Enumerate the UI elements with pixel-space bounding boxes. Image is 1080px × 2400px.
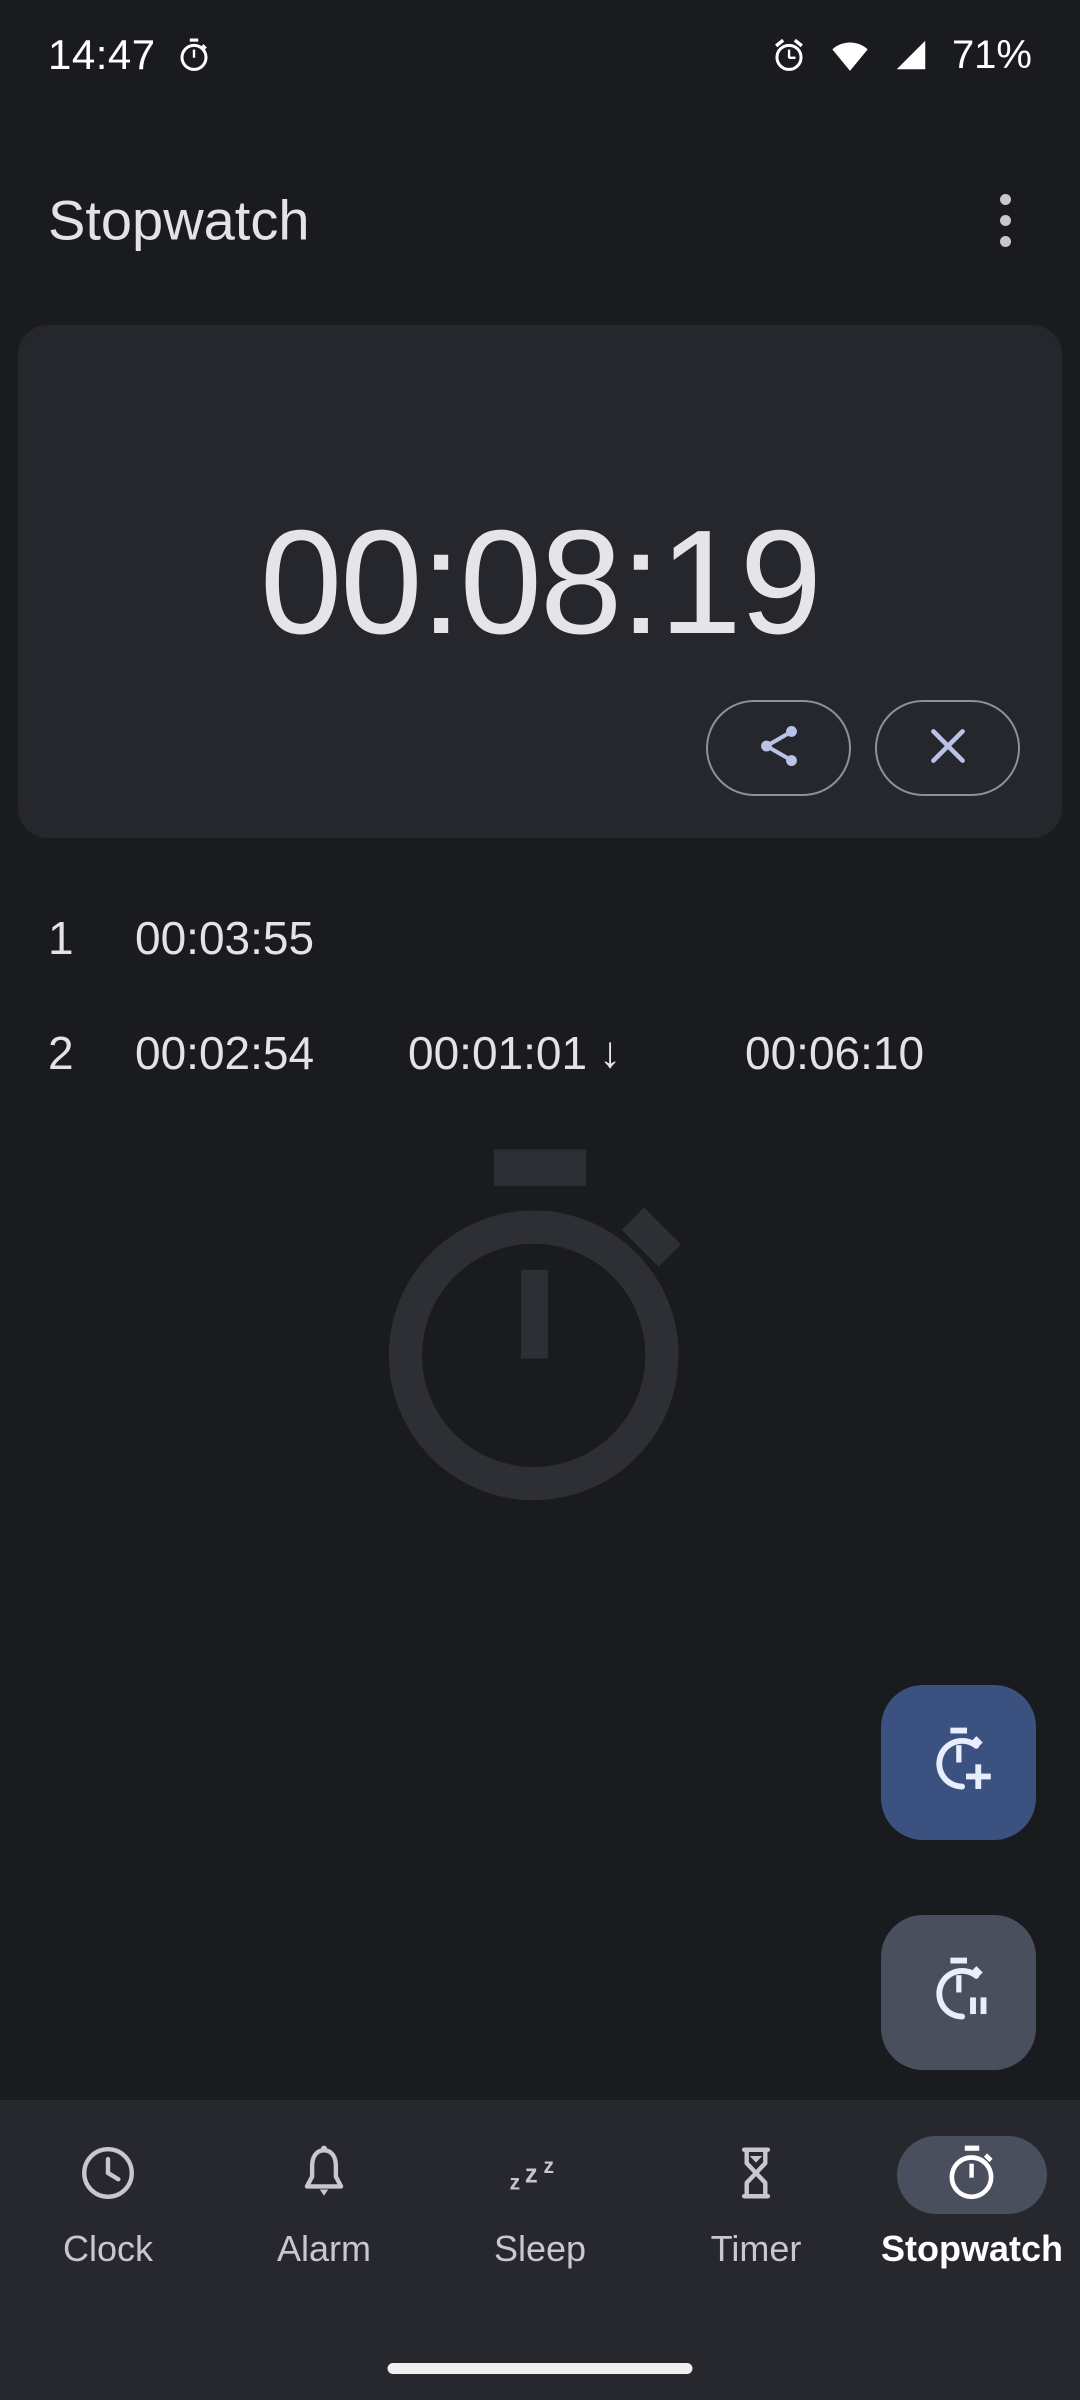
wifi-icon (830, 35, 870, 75)
alarm-bell-icon (293, 2142, 355, 2209)
hourglass-icon (725, 2142, 787, 2209)
table-row: 2 00:02:54 00:01:01 ↓ 00:06:10 (0, 995, 1080, 1110)
lap-extra-time: 00:06:10 (745, 1026, 925, 1079)
status-clock: 14:47 (48, 31, 156, 78)
nav-label-sleep: Sleep (493, 2228, 587, 2269)
nav-icon-wrap-active (897, 2136, 1047, 2214)
more-vert-icon[interactable] (960, 175, 1050, 265)
reset-button[interactable] (875, 700, 1020, 796)
nav-icon-wrap: z z z (465, 2136, 615, 2214)
app-bar: Stopwatch (0, 150, 1080, 290)
nav-tab-clock[interactable]: Clock (0, 2136, 216, 2270)
lap-total-time: 00:03:55 (135, 911, 315, 964)
signal-icon (892, 36, 930, 74)
stopwatch-watermark-icon (350, 1140, 730, 1525)
stopwatch-add-icon (922, 1723, 996, 1802)
lap-list: 1 00:03:55 2 00:02:54 00:01:01 ↓ 00:06:1… (0, 880, 1080, 1110)
lap-index: 2 (48, 1026, 74, 1079)
nav-label-clock: Clock (62, 2228, 154, 2269)
table-row: 1 00:03:55 (0, 880, 1080, 995)
stopwatch-screen: 14:47 71% Stopwatch 00:08:19 1 00:03:55 … (0, 0, 1080, 2400)
stopwatch-time-card: 00:08:19 (18, 325, 1062, 838)
svg-text:z: z (510, 2171, 521, 2194)
lap-total-time: 00:02:54 (135, 1026, 315, 1079)
sleep-zzz-icon: z z z (505, 2142, 575, 2209)
nav-label-alarm: Alarm (276, 2228, 371, 2269)
close-icon (923, 721, 973, 776)
stopwatch-time-display: 00:08:19 (259, 500, 822, 665)
svg-text:z: z (525, 2160, 538, 2188)
share-button[interactable] (706, 700, 851, 796)
card-action-row (706, 700, 1020, 796)
stopwatch-pause-icon (922, 1953, 996, 2032)
stopwatch-icon (941, 2142, 1003, 2209)
overflow-dot (999, 214, 1011, 226)
lap-index: 1 (48, 911, 74, 964)
lap-split-time: 00:01:01 (408, 1026, 588, 1079)
overflow-dot (999, 235, 1011, 247)
nav-tab-stopwatch[interactable]: Stopwatch (864, 2136, 1080, 2270)
clock-icon (77, 2142, 139, 2209)
status-bar-right: 71% (770, 33, 1032, 78)
nav-tab-sleep[interactable]: z z z Sleep (432, 2136, 648, 2270)
lap-split-group: 00:01:01 ↓ (408, 1026, 621, 1080)
alarm-icon (770, 36, 808, 74)
page-title: Stopwatch (48, 188, 310, 252)
bottom-navigation: Clock Alarm z z z Sleep Timer Stopwatch (0, 2100, 1080, 2400)
battery-percent: 71% (951, 32, 1032, 77)
nav-tab-alarm[interactable]: Alarm (216, 2136, 432, 2270)
stopwatch-icon (176, 37, 212, 73)
nav-tab-timer[interactable]: Timer (648, 2136, 864, 2270)
home-indicator[interactable] (387, 2363, 693, 2374)
down-arrow-icon: ↓ (599, 1027, 622, 1077)
status-bar: 14:47 71% (0, 0, 1080, 110)
nav-icon-wrap (249, 2136, 399, 2214)
overflow-dot (999, 193, 1011, 205)
nav-label-stopwatch: Stopwatch (880, 2228, 1063, 2269)
nav-icon-wrap (33, 2136, 183, 2214)
nav-label-timer: Timer (710, 2228, 802, 2269)
status-bar-left: 14:47 (48, 31, 212, 79)
nav-icon-wrap (681, 2136, 831, 2214)
pause-fab[interactable] (881, 1915, 1036, 2070)
svg-text:z: z (544, 2155, 555, 2178)
add-lap-fab[interactable] (881, 1685, 1036, 1840)
share-icon (754, 721, 804, 776)
